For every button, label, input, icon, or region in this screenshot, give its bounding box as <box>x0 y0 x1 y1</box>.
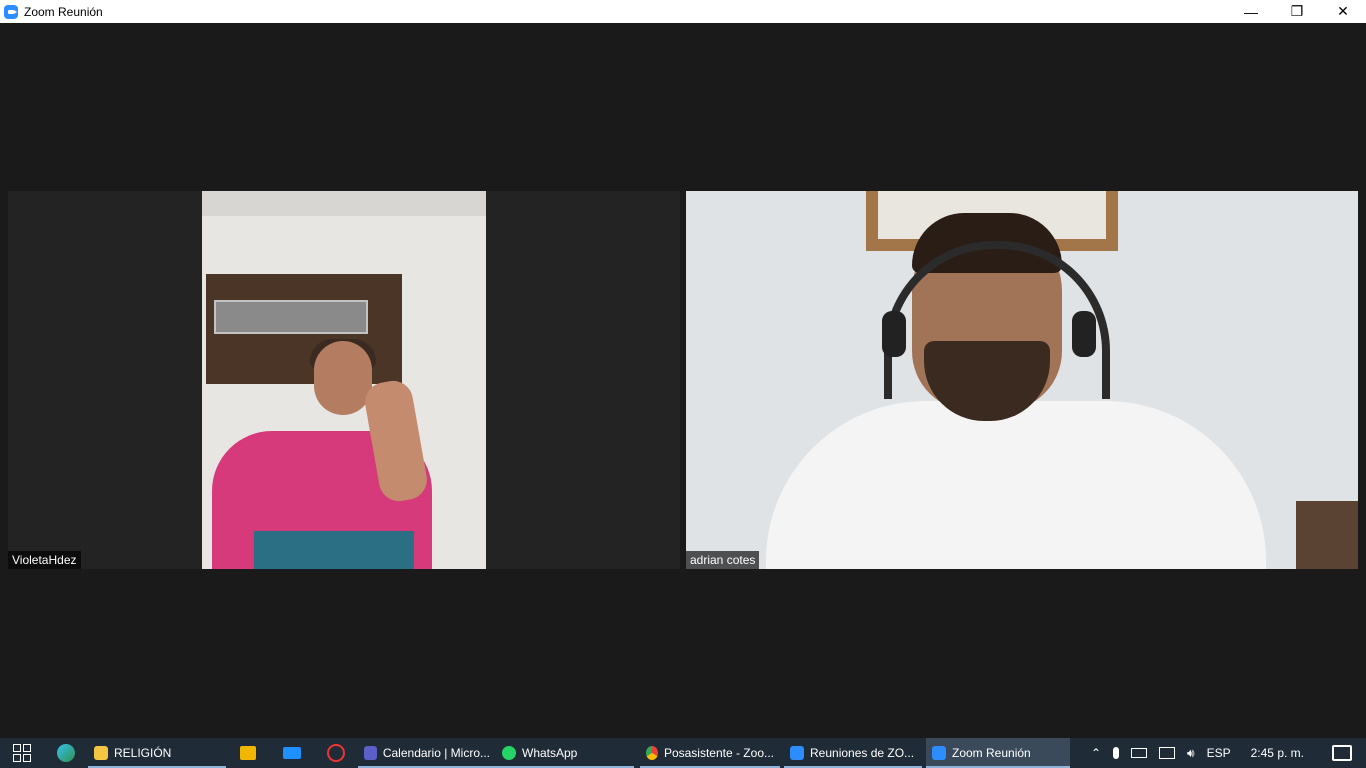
notifications-button[interactable] <box>1318 738 1366 768</box>
system-tray: ⌃ 🔊︎ ESP 2:45 p. m. <box>1085 738 1366 768</box>
window-controls: — ❐ ✕ <box>1228 0 1366 23</box>
app-icon <box>327 744 345 762</box>
restore-button[interactable]: ❐ <box>1274 0 1320 23</box>
mail-icon <box>283 747 301 759</box>
participant-name-tag: VioletaHdez <box>8 551 81 569</box>
show-hidden-icons-button[interactable]: ⌃ <box>1085 738 1107 768</box>
window-title: Zoom Reunión <box>24 4 103 19</box>
battery-icon[interactable] <box>1125 738 1153 768</box>
taskbar-app-label: Posasistente - Zoo... <box>663 746 774 760</box>
edge-button[interactable] <box>44 738 88 768</box>
taskbar-app-whatsapp[interactable]: WhatsApp <box>496 738 634 768</box>
zoom-icon <box>790 746 804 760</box>
minimize-icon: — <box>1244 3 1258 20</box>
volume-icon[interactable]: 🔊︎ <box>1181 738 1201 768</box>
taskbar-app-label: Calendario | Micro... <box>382 746 490 760</box>
participant-tile-adrian[interactable]: adrian cotes <box>686 191 1358 569</box>
taskbar-app-label: WhatsApp <box>522 746 578 760</box>
zoom-icon <box>932 746 946 760</box>
language-indicator[interactable]: ESP <box>1201 738 1237 768</box>
store-icon <box>240 746 256 760</box>
taskbar-app-religion[interactable]: RELIGIÓN <box>88 738 226 768</box>
title-bar: Zoom Reunión — ❐ ✕ <box>0 0 1366 23</box>
task-view-icon <box>13 744 31 762</box>
store-button[interactable] <box>226 738 270 768</box>
network-icon[interactable] <box>1153 738 1181 768</box>
microphone-icon[interactable] <box>1107 738 1125 768</box>
taskbar-app-label: RELIGIÓN <box>114 746 172 760</box>
chevron-up-icon: ⌃ <box>1090 746 1102 760</box>
taskbar: RELIGIÓN Calendario | Micro... WhatsApp … <box>0 738 1366 768</box>
participant-video <box>202 191 486 569</box>
minimize-button[interactable]: — <box>1228 0 1274 23</box>
zoom-app-icon <box>4 4 18 19</box>
teams-icon <box>364 746 377 760</box>
mail-button[interactable] <box>270 738 314 768</box>
taskbar-app-reuniones[interactable]: Reuniones de ZO... <box>784 738 922 768</box>
chrome-icon <box>646 746 658 760</box>
taskbar-app-label: Zoom Reunión <box>952 746 1031 760</box>
edge-icon <box>57 744 75 762</box>
taskbar-app-label: Reuniones de ZO... <box>810 746 915 760</box>
folder-icon <box>94 746 108 760</box>
taskbar-app-zoom-reunion[interactable]: Zoom Reunión <box>926 738 1070 768</box>
clock[interactable]: 2:45 p. m. <box>1237 738 1318 768</box>
taskbar-app-calendario[interactable]: Calendario | Micro... <box>358 738 496 768</box>
restore-icon: ❐ <box>1290 3 1304 19</box>
notifications-icon <box>1332 745 1352 761</box>
participant-tile-violeta[interactable]: VioletaHdez <box>8 191 680 569</box>
meeting-stage: VioletaHdez adrian cotes <box>0 23 1366 738</box>
taskbar-app-posasistente[interactable]: Posasistente - Zoo... <box>640 738 780 768</box>
app-button[interactable] <box>314 738 358 768</box>
close-button[interactable]: ✕ <box>1320 0 1366 23</box>
task-view-button[interactable] <box>0 738 44 768</box>
participant-name-tag: adrian cotes <box>686 551 760 569</box>
whatsapp-icon <box>502 746 516 760</box>
close-icon: ✕ <box>1337 3 1349 19</box>
